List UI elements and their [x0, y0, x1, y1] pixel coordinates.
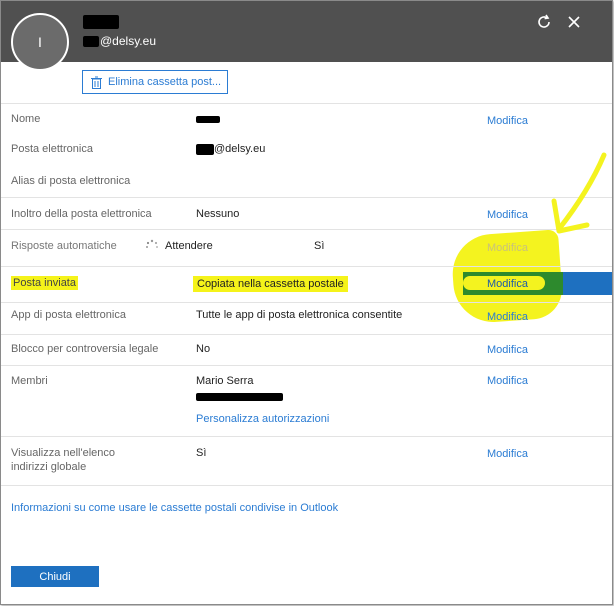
auto-reply-status: Attendere [165, 240, 213, 252]
header-email: @delsy.eu [83, 34, 156, 48]
redacted-member-email [196, 393, 283, 401]
shared-mailbox-info-link[interactable]: Informazioni su come usare le cassette p… [11, 502, 338, 514]
row-label-email: Posta elettronica [11, 143, 93, 155]
panel-header: @delsy.eu [1, 1, 612, 62]
row-label-members: Membri [11, 375, 48, 387]
litigation-hold-value: No [196, 343, 211, 355]
row-label-sent-items: Posta inviata [11, 276, 78, 290]
redacted-name [196, 116, 220, 123]
delete-mailbox-button[interactable]: Elimina cassetta post... [82, 70, 228, 94]
loading-spinner-icon [146, 239, 158, 248]
edit-auto-reply-link[interactable]: Modifica [487, 242, 528, 254]
forwarding-value: Nessuno [196, 208, 240, 220]
redacted-email-local-part [196, 143, 214, 155]
row-label-email-apps: App di posta elettronica [11, 309, 126, 321]
redacted-display-name [83, 15, 119, 29]
row-label-litigation-hold: Blocco per controversia legale [11, 343, 159, 355]
email-value-domain: @delsy.eu [214, 143, 266, 155]
avatar: I [11, 13, 69, 71]
trash-icon [91, 76, 102, 89]
edit-email-apps-link[interactable]: Modifica [487, 311, 528, 323]
close-button[interactable]: Chiudi [11, 566, 99, 587]
edit-name-link[interactable]: Modifica [487, 115, 528, 127]
mailbox-details-panel: @delsy.eu I Elimina cassetta post... Nom… [0, 0, 613, 605]
customize-permissions-link[interactable]: Personalizza autorizzazioni [196, 413, 329, 425]
row-label-gal-visibility: Visualizza nell'elenco indirizzi globale [11, 447, 116, 473]
member-name: Mario Serra [196, 375, 254, 387]
row-label-name: Nome [11, 113, 41, 125]
row-label-forwarding: Inoltro della posta elettronica [11, 208, 152, 220]
delete-mailbox-label: Elimina cassetta post... [108, 76, 222, 88]
sent-items-value: Copiata nella cassetta postale [193, 276, 348, 292]
edit-sent-items-link[interactable]: Modifica [487, 278, 528, 290]
row-label-auto-reply: Risposte automatiche [11, 240, 117, 252]
auto-reply-value: Sì [314, 240, 325, 252]
email-apps-value: Tutte le app di posta elettronica consen… [196, 309, 403, 321]
gal-visibility-value: Sì [196, 447, 207, 459]
redacted-email-prefix [83, 35, 99, 47]
edit-forwarding-link[interactable]: Modifica [487, 209, 528, 221]
header-email-suffix: @delsy.eu [100, 34, 156, 48]
refresh-icon[interactable] [535, 13, 553, 31]
edit-litigation-hold-link[interactable]: Modifica [487, 344, 528, 356]
close-icon[interactable] [565, 13, 583, 31]
edit-gal-visibility-link[interactable]: Modifica [487, 448, 528, 460]
edit-members-link[interactable]: Modifica [487, 375, 528, 387]
row-label-alias: Alias di posta elettronica [11, 175, 131, 187]
email-value: @delsy.eu [196, 143, 265, 155]
annotation-arrow-icon [551, 152, 607, 234]
